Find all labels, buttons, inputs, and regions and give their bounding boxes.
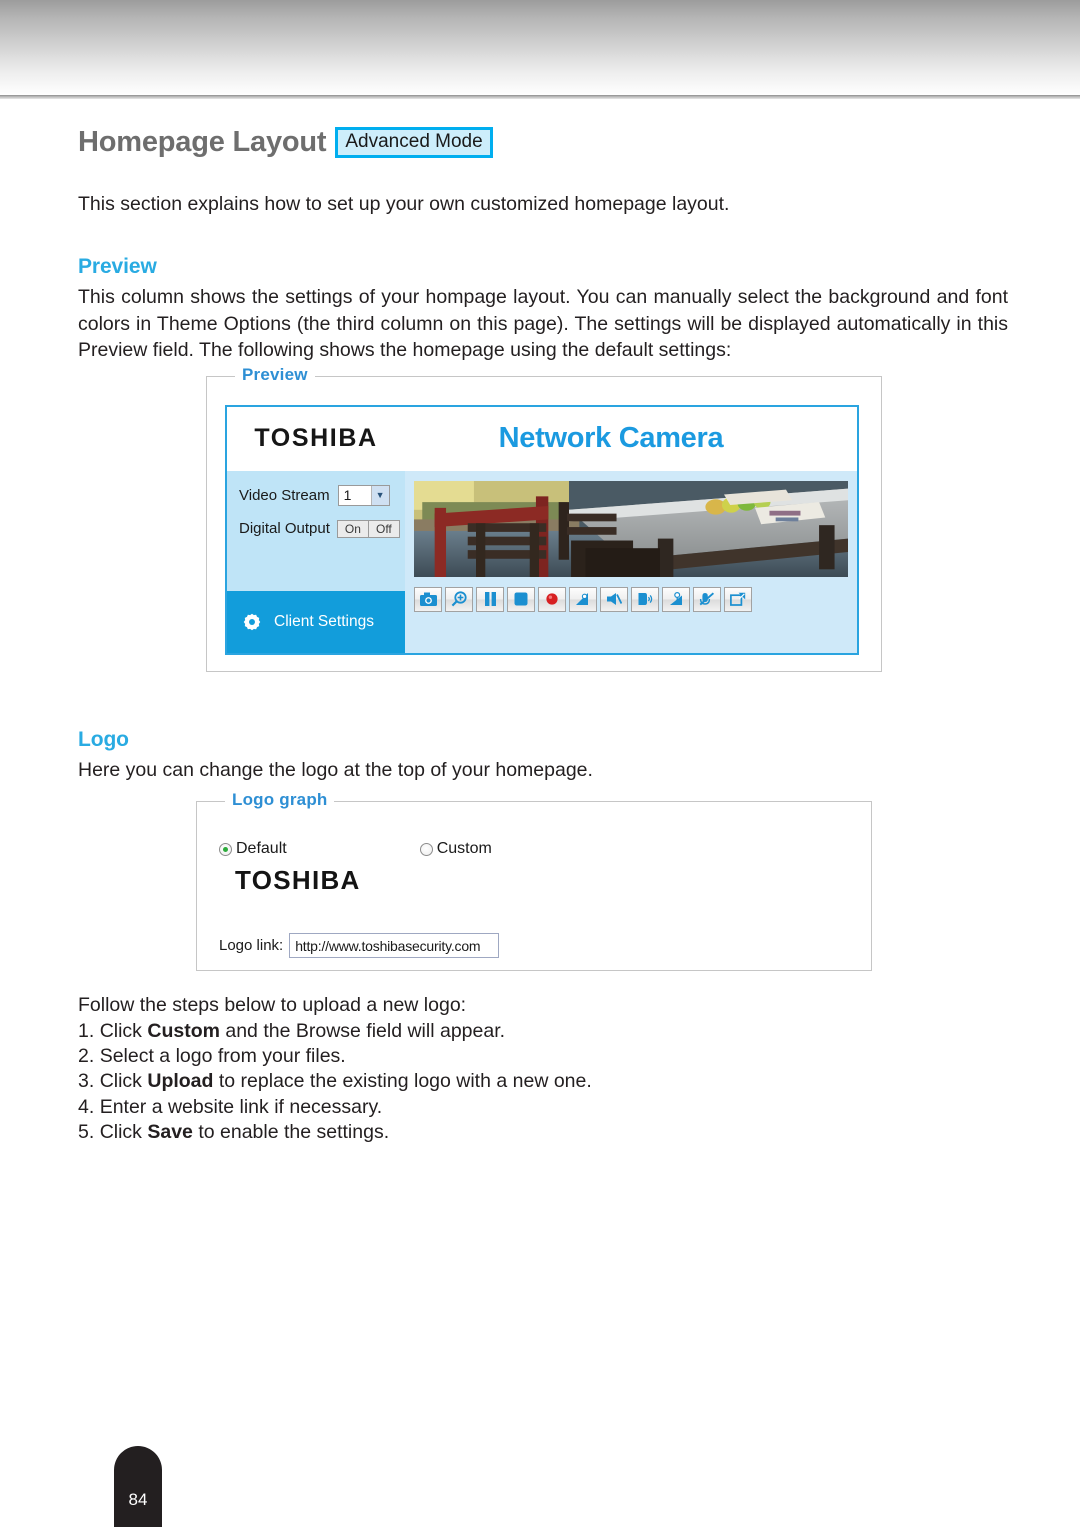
video-stream-label: Video Stream [239, 486, 330, 504]
logo-source-radio-group: Default Custom [219, 840, 492, 858]
radio-default[interactable]: Default [219, 840, 287, 858]
camera-page-title: Network Camera [498, 422, 724, 455]
page-title-row: Homepage Layout Advanced Mode [78, 126, 1008, 159]
default-logo-preview: TOSHIBA [235, 865, 361, 896]
header-divider-rule [0, 95, 1080, 99]
camera-sidebar-controls: Video Stream 1 ▼ Digital Output On Off [227, 470, 405, 591]
radio-custom[interactable]: Custom [419, 840, 492, 858]
radio-default-label: Default [236, 840, 287, 858]
steps-list: 1. Click Custom and the Browse field wil… [78, 1019, 1008, 1146]
preview-fieldset: Preview TOSHIBA Network Camera Video Str… [206, 364, 882, 672]
digital-output-on-button[interactable]: On [336, 519, 369, 539]
camera-brand-logo: TOSHIBA [254, 424, 378, 453]
page-number-tab: 84 [114, 1446, 162, 1527]
camera-main-area [405, 470, 857, 653]
fullscreen-icon[interactable] [724, 586, 752, 612]
step-item: 2. Select a logo from your files. [78, 1044, 346, 1067]
camera-homepage-preview: TOSHIBA Network Camera Video Stream 1 ▼ [225, 404, 859, 655]
advanced-mode-badge: Advanced Mode [335, 126, 493, 159]
snapshot-icon[interactable] [414, 586, 442, 612]
mute-icon[interactable] [600, 586, 628, 612]
video-stream-row: Video Stream 1 ▼ [239, 484, 405, 506]
mic-icon[interactable] [662, 586, 690, 612]
step-item: 1. Click Custom and the Browse field wil… [78, 1019, 506, 1042]
preview-section-heading: Preview [78, 255, 157, 279]
digital-output-toggle: On Off [336, 519, 400, 539]
steps-intro: Follow the steps below to upload a new l… [78, 994, 467, 1017]
camera-header: TOSHIBA Network Camera [227, 406, 857, 471]
camera-body: Video Stream 1 ▼ Digital Output On Off C… [227, 470, 857, 653]
logo-graph-fieldset-legend: Logo graph [225, 790, 335, 811]
logo-link-row: Logo link: http://www.toshibasecurity.co… [219, 933, 500, 959]
preview-panel-wrapper: Preview TOSHIBA Network Camera Video Str… [78, 364, 1008, 672]
mic-mute-icon[interactable] [693, 586, 721, 612]
logo-section: Logo Here you can change the logo at the… [78, 728, 1008, 972]
step-item: 3. Click Upload to replace the existing … [78, 1070, 592, 1093]
radio-custom-indicator [419, 842, 433, 856]
logo-link-input[interactable]: http://www.toshibasecurity.com [289, 933, 500, 959]
chevron-down-icon: ▼ [370, 485, 389, 505]
step-item: 4. Enter a website link if necessary. [78, 1095, 383, 1118]
digital-output-off-button[interactable]: Off [368, 519, 400, 539]
camera-control-bar [414, 586, 848, 612]
digital-output-row: Digital Output On Off [239, 519, 405, 539]
radio-default-indicator [219, 842, 232, 856]
radio-custom-label: Custom [436, 840, 492, 858]
client-settings-label: Client Settings [274, 612, 374, 630]
step-item: 5. Click Save to enable the settings. [78, 1120, 390, 1143]
record-icon[interactable] [538, 586, 566, 612]
video-stream-select[interactable]: 1 ▼ [337, 484, 390, 506]
digital-output-label: Digital Output [239, 520, 330, 538]
preview-fieldset-legend: Preview [235, 364, 315, 385]
client-settings-button[interactable]: Client Settings [227, 590, 405, 653]
logo-section-heading: Logo [78, 727, 129, 751]
page-header-gradient [0, 0, 1080, 95]
live-video-frame [414, 480, 848, 577]
stop-icon[interactable] [507, 586, 535, 612]
logo-panel-wrapper: Logo graph Default Custom TOSHIBA Logo l… [78, 790, 1008, 972]
logo-link-label: Logo link: [219, 937, 284, 955]
logo-graph-fieldset: Logo graph Default Custom TOSHIBA Logo l… [196, 790, 872, 972]
preview-section-body: This column shows the settings of your h… [78, 286, 1008, 362]
logo-section-body: Here you can change the logo at the top … [78, 758, 593, 781]
talk-icon[interactable] [631, 586, 659, 612]
digital-zoom-icon[interactable] [445, 586, 473, 612]
pause-icon[interactable] [476, 586, 504, 612]
page-content: Homepage Layout Advanced Mode This secti… [78, 126, 1008, 1145]
intro-paragraph: This section explains how to set up your… [78, 193, 730, 215]
video-stream-value: 1 [343, 487, 352, 504]
upload-steps: Follow the steps below to upload a new l… [78, 993, 1008, 1145]
volume-icon[interactable] [569, 586, 597, 612]
gear-icon [243, 613, 261, 631]
camera-sidebar: Video Stream 1 ▼ Digital Output On Off C… [227, 470, 405, 653]
page-title: Homepage Layout [78, 126, 327, 158]
